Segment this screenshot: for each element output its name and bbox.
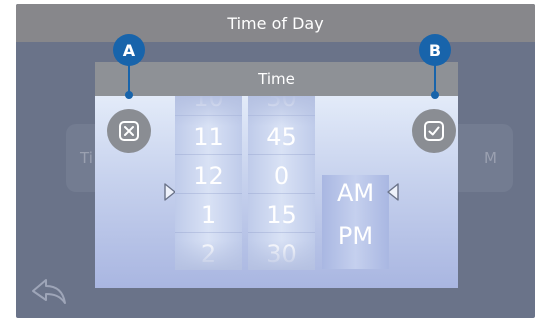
background-right-label: M [484, 149, 497, 167]
screen-title: Time of Day [16, 4, 535, 42]
dialog-title: Time [95, 62, 458, 96]
hour-option-selected[interactable]: 12 [175, 158, 242, 194]
triangle-left-icon [387, 183, 399, 201]
ampm-option-selected[interactable]: AM [322, 175, 389, 211]
back-arrow-icon[interactable] [30, 276, 70, 308]
hour-option[interactable]: 10 [175, 96, 242, 116]
ampm-option[interactable]: PM [322, 218, 389, 254]
hour-option[interactable]: 11 [175, 119, 242, 155]
ampm-column[interactable]: AM PM [322, 175, 389, 269]
time-picker-dialog: Time 10 11 12 1 2 30 45 0 15 30 AM PM [95, 62, 458, 288]
confirm-button[interactable] [412, 109, 456, 153]
minute-option[interactable]: 30 [248, 96, 315, 116]
dialog-body: 10 11 12 1 2 30 45 0 15 30 AM PM [95, 96, 458, 288]
checkbox-check-icon [424, 121, 444, 141]
hour-option[interactable]: 2 [175, 236, 242, 270]
close-box-icon [119, 121, 139, 141]
time-of-day-screen: Time of Day Ti M Time 10 11 12 1 2 30 45… [16, 4, 535, 318]
minute-option[interactable]: 30 [248, 236, 315, 270]
minute-option[interactable]: 45 [248, 119, 315, 155]
cancel-button[interactable] [107, 109, 151, 153]
background-left-label: Ti [80, 149, 93, 167]
minute-option-selected[interactable]: 0 [248, 158, 315, 194]
callout-b-dot [431, 91, 439, 99]
callout-a-dot [125, 91, 133, 99]
hour-column[interactable]: 10 11 12 1 2 [175, 96, 242, 270]
callout-a: A [113, 34, 145, 66]
callout-b: B [419, 34, 451, 66]
hour-option[interactable]: 1 [175, 197, 242, 233]
minute-option[interactable]: 15 [248, 197, 315, 233]
minute-column[interactable]: 30 45 0 15 30 [248, 96, 315, 270]
